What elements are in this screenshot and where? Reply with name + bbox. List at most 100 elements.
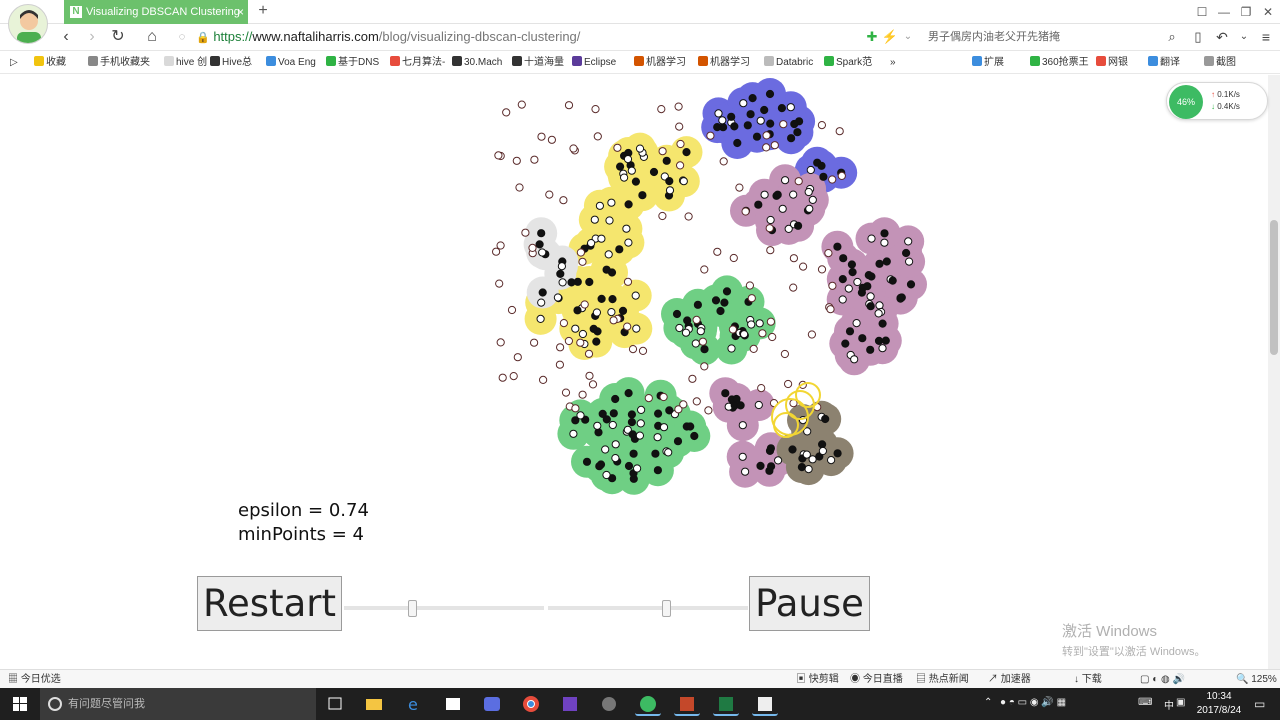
url-scheme: https:// bbox=[213, 29, 253, 44]
clock[interactable]: 10:34 2017/8/24 bbox=[1190, 690, 1248, 718]
store-icon[interactable] bbox=[440, 692, 466, 716]
noise-point bbox=[789, 283, 798, 292]
noise-point bbox=[613, 143, 622, 152]
browser-360-icon[interactable] bbox=[635, 692, 661, 716]
close-tab-icon[interactable]: × bbox=[237, 0, 244, 24]
excel-icon[interactable] bbox=[713, 692, 739, 716]
network-speed-widget[interactable]: 46% ↑ 0.1K/s ↓ 0.4K/s bbox=[1166, 82, 1268, 120]
bookmark-item[interactable]: 机器学习 bbox=[634, 56, 686, 70]
file-explorer-icon[interactable] bbox=[361, 692, 387, 716]
user-avatar[interactable] bbox=[8, 4, 48, 44]
taskbar-search[interactable]: 有问题尽管问我 bbox=[40, 688, 316, 720]
task-view-icon[interactable] bbox=[322, 692, 348, 716]
start-button[interactable] bbox=[0, 688, 40, 720]
close-window-button[interactable]: ✕ bbox=[1258, 0, 1278, 24]
address-bar[interactable]: 🔒 https://www.naftaliharris.com/blog/vis… bbox=[196, 26, 936, 48]
forward-icon[interactable]: › bbox=[82, 27, 102, 47]
edge-icon[interactable]: e bbox=[401, 692, 427, 716]
zoom-level[interactable]: 🔍 125% bbox=[1236, 673, 1277, 686]
back-icon[interactable]: ‹ bbox=[56, 27, 76, 47]
data-point bbox=[755, 319, 764, 328]
home-icon[interactable]: ⌂ bbox=[142, 27, 162, 47]
noise-point bbox=[728, 325, 738, 334]
epsilon-slider-handle[interactable] bbox=[408, 600, 417, 617]
status-item[interactable]: ↗ 加速器 bbox=[988, 673, 1031, 686]
bookmark-item[interactable]: Eclipse bbox=[572, 56, 616, 70]
bookmark-item[interactable]: 收藏 bbox=[34, 56, 66, 70]
bookmark-item[interactable]: hive 创 bbox=[164, 56, 207, 70]
bookmark-item[interactable]: 30.Mach bbox=[452, 56, 502, 70]
bookmark-item[interactable]: 手机收藏夹 bbox=[88, 56, 150, 70]
epsilon-slider-track[interactable] bbox=[344, 606, 544, 610]
chevron-down-icon[interactable]: ⌄ bbox=[1234, 27, 1254, 47]
chrome-icon[interactable] bbox=[518, 692, 544, 716]
bookmark-icon bbox=[34, 56, 44, 66]
maximize-button[interactable]: ❐ bbox=[1236, 0, 1256, 24]
bookmark-item[interactable]: Databric bbox=[764, 56, 813, 70]
noise-point bbox=[623, 277, 633, 286]
bookmark-item[interactable]: 十道海量 bbox=[512, 56, 564, 70]
status-icons[interactable]: ▢ ◐ ◍ 🔊 bbox=[1140, 673, 1185, 686]
data-point bbox=[874, 309, 883, 318]
app-icon[interactable] bbox=[479, 692, 505, 716]
new-tab-button[interactable]: + bbox=[254, 0, 272, 24]
visual-studio-icon[interactable] bbox=[557, 692, 583, 716]
app-icon[interactable] bbox=[596, 692, 622, 716]
app-icon[interactable] bbox=[752, 692, 778, 716]
tray-icons[interactable]: ● ◓ ▭ ◉ 🔊 ▦ bbox=[1000, 697, 1066, 708]
speed-icon[interactable]: ✚ bbox=[862, 27, 882, 47]
minpoints-slider-handle[interactable] bbox=[662, 600, 671, 617]
status-item[interactable]: ▣ 快剪辑 bbox=[796, 673, 839, 686]
minpoints-slider-track[interactable] bbox=[548, 606, 748, 610]
data-point bbox=[557, 262, 567, 271]
bookmark-item[interactable]: 基于DNS bbox=[326, 56, 379, 70]
ime-indicator[interactable]: 中 bbox=[1164, 697, 1174, 712]
toolbar-item[interactable]: 翻译 bbox=[1148, 56, 1180, 70]
search-icon[interactable]: ⌕ bbox=[1162, 27, 1182, 47]
scrollbar-thumb[interactable] bbox=[1270, 220, 1278, 355]
bookmark-item[interactable]: 七月算法- bbox=[390, 56, 445, 70]
search-input[interactable]: 男子偶房内油老父开先猪掩 bbox=[924, 26, 1184, 48]
browser-tab[interactable]: N Visualizing DBSCAN Clustering × bbox=[64, 0, 248, 24]
bookmark-label: Databric bbox=[776, 57, 814, 68]
phone-icon[interactable]: ▯ bbox=[1188, 27, 1208, 47]
noise-point bbox=[628, 345, 638, 354]
keyboard-icon[interactable]: ⌨ bbox=[1138, 697, 1152, 708]
reload-icon[interactable]: ↻ bbox=[108, 27, 128, 47]
site-info-icon[interactable]: ◌ bbox=[172, 27, 192, 47]
status-item[interactable]: ◉ 今日直播 bbox=[850, 673, 903, 686]
data-point bbox=[847, 260, 857, 269]
toolbar-item[interactable]: 截图 bbox=[1204, 56, 1236, 70]
toolbar-item[interactable]: 扩展 bbox=[972, 56, 1004, 70]
notification-icon[interactable]: ▭ bbox=[1254, 697, 1265, 711]
pause-button[interactable]: Pause bbox=[749, 576, 870, 631]
status-left[interactable]: ▦ 今日优选 bbox=[8, 673, 61, 686]
vertical-scrollbar[interactable] bbox=[1268, 75, 1280, 669]
bookmark-item[interactable]: Hive总 bbox=[210, 56, 252, 70]
bookmark-label: 机器学习 bbox=[710, 57, 750, 68]
data-point bbox=[602, 470, 611, 480]
lightning-icon[interactable]: ⚡ bbox=[880, 27, 900, 47]
sidebar-toggle-icon[interactable]: ▷ bbox=[10, 56, 18, 70]
tray-app-icon[interactable]: ▣ bbox=[1176, 697, 1185, 708]
restart-button[interactable]: Restart bbox=[197, 576, 342, 631]
data-point bbox=[838, 295, 847, 304]
bookmark-item[interactable]: Voa Eng bbox=[266, 56, 316, 70]
bookmark-label: 十道海量 bbox=[524, 57, 564, 68]
undo-icon[interactable]: ↶ bbox=[1212, 27, 1232, 47]
tray-chevron-icon[interactable]: ⌃ bbox=[984, 697, 992, 708]
status-item[interactable]: ▤ 热点新闻 bbox=[916, 673, 969, 686]
bookmark-item[interactable]: Spark范 bbox=[824, 56, 872, 70]
data-point bbox=[601, 445, 610, 454]
bookmark-icon bbox=[634, 56, 644, 66]
minimize-button[interactable]: — bbox=[1214, 0, 1234, 24]
toolbar-item[interactable]: 网银 bbox=[1096, 56, 1128, 70]
bookmark-overflow[interactable]: » bbox=[890, 56, 896, 70]
toolbar-item[interactable]: 360抢票王 bbox=[1030, 56, 1089, 70]
powerpoint-icon[interactable] bbox=[674, 692, 700, 716]
menu-icon[interactable]: ≡ bbox=[1256, 27, 1276, 47]
account-icon[interactable]: ☐ bbox=[1192, 0, 1212, 24]
chevron-down-icon[interactable]: ⌄ bbox=[898, 27, 918, 47]
status-item[interactable]: ↓ 下载 bbox=[1074, 673, 1102, 686]
bookmark-item[interactable]: 机器学习 bbox=[698, 56, 750, 70]
